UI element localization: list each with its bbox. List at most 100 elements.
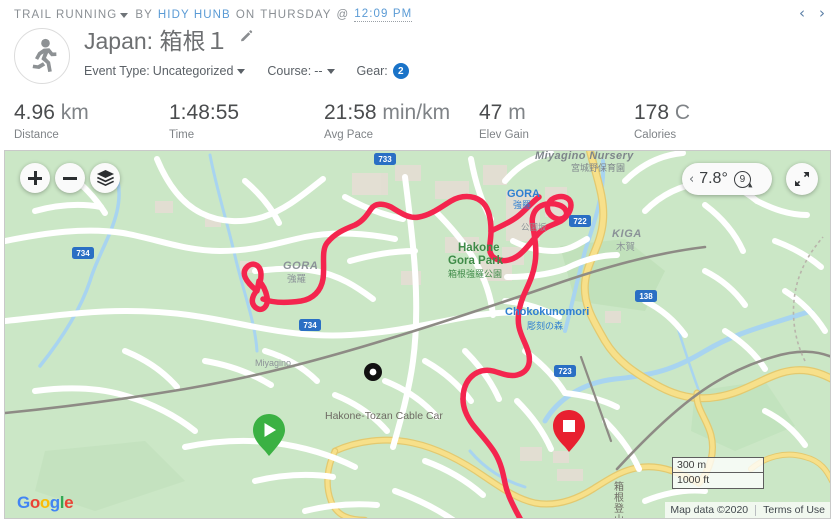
route-shield: 734 bbox=[299, 319, 321, 331]
terms-of-use-link[interactable]: Terms of Use bbox=[763, 504, 825, 516]
map-fullscreen-button[interactable] bbox=[786, 163, 818, 195]
layers-icon bbox=[96, 170, 114, 186]
map-label: 箱根強羅公園 bbox=[448, 268, 502, 279]
course-value: -- bbox=[314, 64, 323, 78]
map-label: Miyagino bbox=[255, 358, 291, 368]
activity-nav-arrows: ‹ › bbox=[799, 6, 825, 21]
minus-icon bbox=[63, 171, 77, 185]
stat-unit: min/km bbox=[376, 101, 451, 124]
plus-icon bbox=[28, 171, 42, 185]
google-logo: Google bbox=[17, 493, 74, 512]
by-word: BY bbox=[135, 9, 153, 21]
map-label: GORA bbox=[283, 260, 318, 272]
activity-stats-row: 4.96 km Distance 1:48:55 Time 21:58 min/km Av… bbox=[14, 100, 821, 148]
map-label: Hakone-Tozan Cable Car bbox=[325, 410, 443, 422]
gear-control[interactable]: Gear: 2 bbox=[357, 63, 409, 79]
map-data-credit: Map data ©2020 bbox=[670, 504, 749, 516]
event-type-chevron-down-icon[interactable] bbox=[237, 68, 246, 74]
edit-title-pencil-icon[interactable] bbox=[239, 29, 253, 49]
at-symbol: @ bbox=[336, 9, 350, 21]
stat-elev-gain: 47 m Elev Gain bbox=[479, 100, 634, 148]
weather-temperature: 7.8° bbox=[699, 170, 728, 187]
map-label: Miyagino Nursery bbox=[535, 151, 634, 162]
stat-label: Distance bbox=[14, 129, 59, 141]
weather-prev-chevron-icon[interactable]: ‹ bbox=[689, 172, 694, 187]
stat-value: 1:48:55 bbox=[169, 101, 240, 124]
stat-label: Calories bbox=[634, 129, 677, 141]
stat-distance: 4.96 km Distance bbox=[14, 100, 169, 148]
map-label: 強羅 bbox=[287, 273, 307, 285]
on-word: ON bbox=[235, 9, 256, 21]
route-shield-label: 734 bbox=[303, 321, 317, 330]
weather-condition-icon: 9 bbox=[733, 170, 751, 188]
sport-type-avatar[interactable] bbox=[14, 28, 70, 84]
gear-count-badge[interactable]: 2 bbox=[392, 63, 409, 79]
map-zoom-out-button[interactable] bbox=[55, 163, 85, 193]
map-label: 木賀 bbox=[616, 241, 635, 253]
event-type-value: Uncategorized bbox=[152, 64, 234, 78]
map-attribution: Map data ©2020 Terms of Use bbox=[665, 502, 830, 518]
map-label: Hakone bbox=[458, 242, 500, 254]
stat-calories: 178 C Calories bbox=[634, 100, 789, 148]
stat-label: Avg Pace bbox=[324, 129, 374, 141]
map-label: Chokokunomori bbox=[505, 306, 589, 318]
author-link[interactable]: HIDY HUNB bbox=[158, 9, 231, 21]
route-shield: 722 bbox=[569, 215, 591, 227]
activity-type-label: TRAIL RUNNING bbox=[14, 9, 118, 21]
stat-value: 178 C bbox=[634, 101, 691, 124]
map-label: 宮城野保育園 bbox=[571, 162, 625, 173]
stat-unit: m bbox=[502, 101, 526, 124]
activity-time[interactable]: 12:09 PM bbox=[354, 8, 413, 22]
map-label: 公園坂 bbox=[521, 222, 547, 232]
course-chevron-down-icon[interactable] bbox=[326, 68, 335, 74]
map-scale-imperial: 1000 ft bbox=[672, 473, 764, 489]
event-type-dropdown[interactable]: Event Type: Uncategorized bbox=[84, 64, 246, 78]
route-shield-label: 734 bbox=[76, 249, 90, 258]
day-label: THURSDAY bbox=[260, 9, 332, 21]
stat-label: Time bbox=[169, 129, 195, 141]
map-layers-button[interactable] bbox=[90, 163, 120, 193]
route-shield: 734 bbox=[72, 247, 94, 259]
map-label: 彫刻の森 bbox=[527, 320, 563, 331]
map-zoom-in-button[interactable] bbox=[20, 163, 50, 193]
map-scale-bar: 300 m 1000 ft bbox=[672, 457, 764, 489]
event-type-label: Event Type: bbox=[84, 64, 150, 78]
route-shield: 733 bbox=[374, 153, 396, 165]
running-icon bbox=[32, 38, 57, 72]
page-title: Japan: 箱根１ bbox=[84, 28, 229, 54]
activity-meta-bar: TRAIL RUNNING BY HIDY HUNB ON THURSDAY @… bbox=[14, 7, 413, 23]
stat-value: 4.96 km bbox=[14, 101, 89, 124]
activity-attributes-row: Event Type: Uncategorized Course: -- Gea… bbox=[84, 63, 431, 79]
stat-unit: km bbox=[54, 101, 89, 124]
stat-label: Elev Gain bbox=[479, 129, 529, 141]
route-shield-label: 138 bbox=[639, 292, 653, 301]
weather-widget[interactable]: ‹ 7.8° 9 bbox=[682, 163, 772, 195]
course-label: Course: bbox=[267, 64, 312, 78]
activity-detail-page: TRAIL RUNNING BY HIDY HUNB ON THURSDAY @… bbox=[0, 0, 835, 523]
expand-icon bbox=[795, 172, 809, 186]
activity-type-chevron-down-icon[interactable] bbox=[120, 12, 129, 18]
map-label: 箱根登山鉄道 bbox=[612, 480, 624, 519]
stat-time: 1:48:55 Time bbox=[169, 100, 324, 148]
gear-label: Gear: bbox=[356, 64, 388, 78]
route-shield-label: 733 bbox=[378, 155, 392, 164]
route-shield-label: 722 bbox=[573, 217, 587, 226]
map-label: Gora Park bbox=[448, 255, 504, 267]
map-label: GORA bbox=[507, 188, 540, 200]
map-label: KIGA bbox=[612, 228, 642, 240]
route-shield: 138 bbox=[635, 290, 657, 302]
route-shield-label: 723 bbox=[558, 367, 572, 376]
stat-value: 21:58 min/km bbox=[324, 101, 451, 124]
attribution-divider bbox=[755, 504, 757, 516]
waypoint-dot-black bbox=[364, 363, 382, 381]
stat-unit: C bbox=[669, 101, 691, 124]
activity-title-block: Japan: 箱根１ Event Type: Uncategorized Cou… bbox=[14, 26, 821, 86]
map-label: 強羅 bbox=[513, 199, 531, 210]
course-dropdown[interactable]: Course: -- bbox=[267, 64, 335, 78]
stat-avg-pace: 21:58 min/km Avg Pace bbox=[324, 100, 479, 148]
activity-map[interactable]: .rd-w { stroke:#ffffff; fill:none; strok… bbox=[4, 150, 831, 519]
route-shield: 723 bbox=[554, 365, 576, 377]
stat-value: 47 m bbox=[479, 101, 526, 124]
prev-activity-icon[interactable]: ‹ bbox=[799, 6, 805, 21]
next-activity-icon[interactable]: › bbox=[819, 6, 825, 21]
